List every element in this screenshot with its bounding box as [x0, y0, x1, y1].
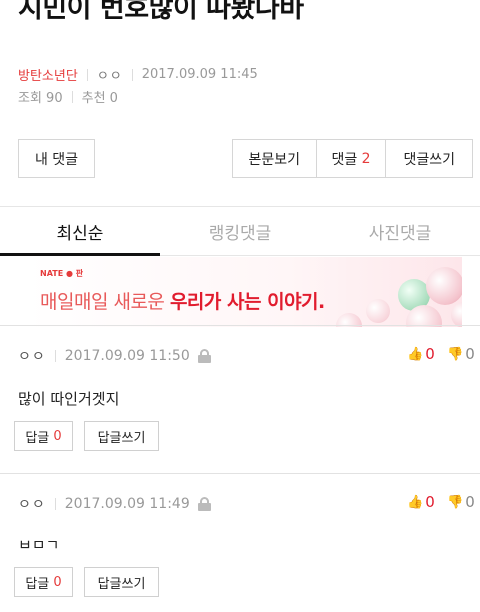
banner-brand: NATE ● 판: [40, 269, 84, 278]
tab-latest[interactable]: 최신순: [0, 207, 160, 256]
divider: [131, 68, 133, 81]
comment-datetime: 2017.09.09 11:50: [64, 348, 190, 364]
dislike-button[interactable]: 👎 0: [447, 493, 475, 511]
divider: [71, 90, 73, 103]
comments-count: 2: [361, 150, 371, 167]
like-count: 0: [425, 493, 435, 511]
write-reply-button[interactable]: 답글쓰기: [84, 421, 159, 451]
like-count: 0: [425, 345, 435, 363]
section-divider: [0, 473, 480, 474]
comment-tabs: 최신순 랭킹댓글 사진댓글: [0, 207, 480, 256]
ad-banner[interactable]: NATE ● 판 매일매일 새로운 우리가 사는 이야기.: [26, 257, 462, 327]
divider: [54, 498, 56, 510]
dislike-count: 0: [465, 493, 475, 511]
pearl-decoration: [451, 302, 462, 327]
post-meta: 방탄소년단 ㅇㅇ 2017.09.09 11:45: [18, 65, 258, 84]
post-datetime: 2017.09.09 11:45: [141, 67, 258, 82]
comment-text: 많이 따인거겟지: [18, 390, 120, 408]
dislike-button[interactable]: 👎 0: [447, 345, 475, 363]
write-comment-button[interactable]: 댓글쓰기: [386, 140, 472, 177]
section-divider: [0, 325, 480, 326]
reply-button[interactable]: 답글 0: [14, 567, 73, 597]
tab-ranking[interactable]: 랭킹댓글: [160, 207, 320, 255]
my-comments-button[interactable]: 내 댓글: [18, 139, 95, 178]
thumbs-up-icon: 👍: [407, 494, 424, 510]
lock-icon[interactable]: [197, 497, 211, 511]
comment-datetime: 2017.09.09 11:49: [64, 496, 190, 512]
comment-meta: ㅇㅇ 2017.09.09 11:50: [18, 346, 211, 366]
post-views: 조회 90: [18, 91, 63, 106]
banner-slogan-plain: 매일매일 새로운: [40, 291, 170, 313]
thumbs-down-icon: 👎: [447, 494, 464, 510]
reply-label: 답글: [25, 430, 50, 446]
comments-button[interactable]: 댓글 2: [317, 140, 387, 177]
banner-slogan: 매일매일 새로운 우리가 사는 이야기.: [40, 287, 325, 314]
reply-count: 0: [53, 574, 62, 590]
reply-label: 답글: [25, 576, 50, 592]
like-button[interactable]: 👍 0: [407, 345, 435, 363]
comment-author: ㅇㅇ: [18, 497, 46, 513]
dislike-count: 0: [465, 345, 475, 363]
post-author: ㅇㅇ: [96, 69, 123, 84]
comment-meta: ㅇㅇ 2017.09.09 11:49: [18, 494, 211, 514]
post-category[interactable]: 방탄소년단: [18, 65, 78, 84]
thumbs-up-icon: 👍: [407, 346, 424, 362]
pearl-decoration: [406, 305, 442, 327]
post-action-group: 본문보기 댓글 2 댓글쓰기: [232, 139, 473, 178]
post-recommends: 추천 0: [81, 91, 118, 106]
pearl-decoration: [366, 299, 390, 323]
comment-text: ㅂㅁㄱ: [18, 536, 60, 554]
like-button[interactable]: 👍 0: [407, 493, 435, 511]
reply-count: 0: [53, 428, 62, 444]
post-title: 지민이 번호많이 따봤나바: [18, 0, 304, 24]
view-post-button[interactable]: 본문보기: [233, 140, 317, 177]
divider: [54, 350, 56, 362]
post-stats: 조회 90 추천 0: [18, 87, 118, 106]
lock-icon[interactable]: [197, 349, 211, 363]
banner-slogan-bold: 우리가 사는 이야기.: [169, 291, 325, 313]
comments-label: 댓글: [331, 151, 358, 168]
write-reply-button[interactable]: 답글쓰기: [84, 567, 159, 597]
pearl-decoration: [426, 267, 462, 305]
thumbs-down-icon: 👎: [447, 346, 464, 362]
tab-photo[interactable]: 사진댓글: [320, 207, 480, 255]
divider: [86, 68, 88, 81]
reply-button[interactable]: 답글 0: [14, 421, 73, 451]
comment-author: ㅇㅇ: [18, 349, 46, 365]
